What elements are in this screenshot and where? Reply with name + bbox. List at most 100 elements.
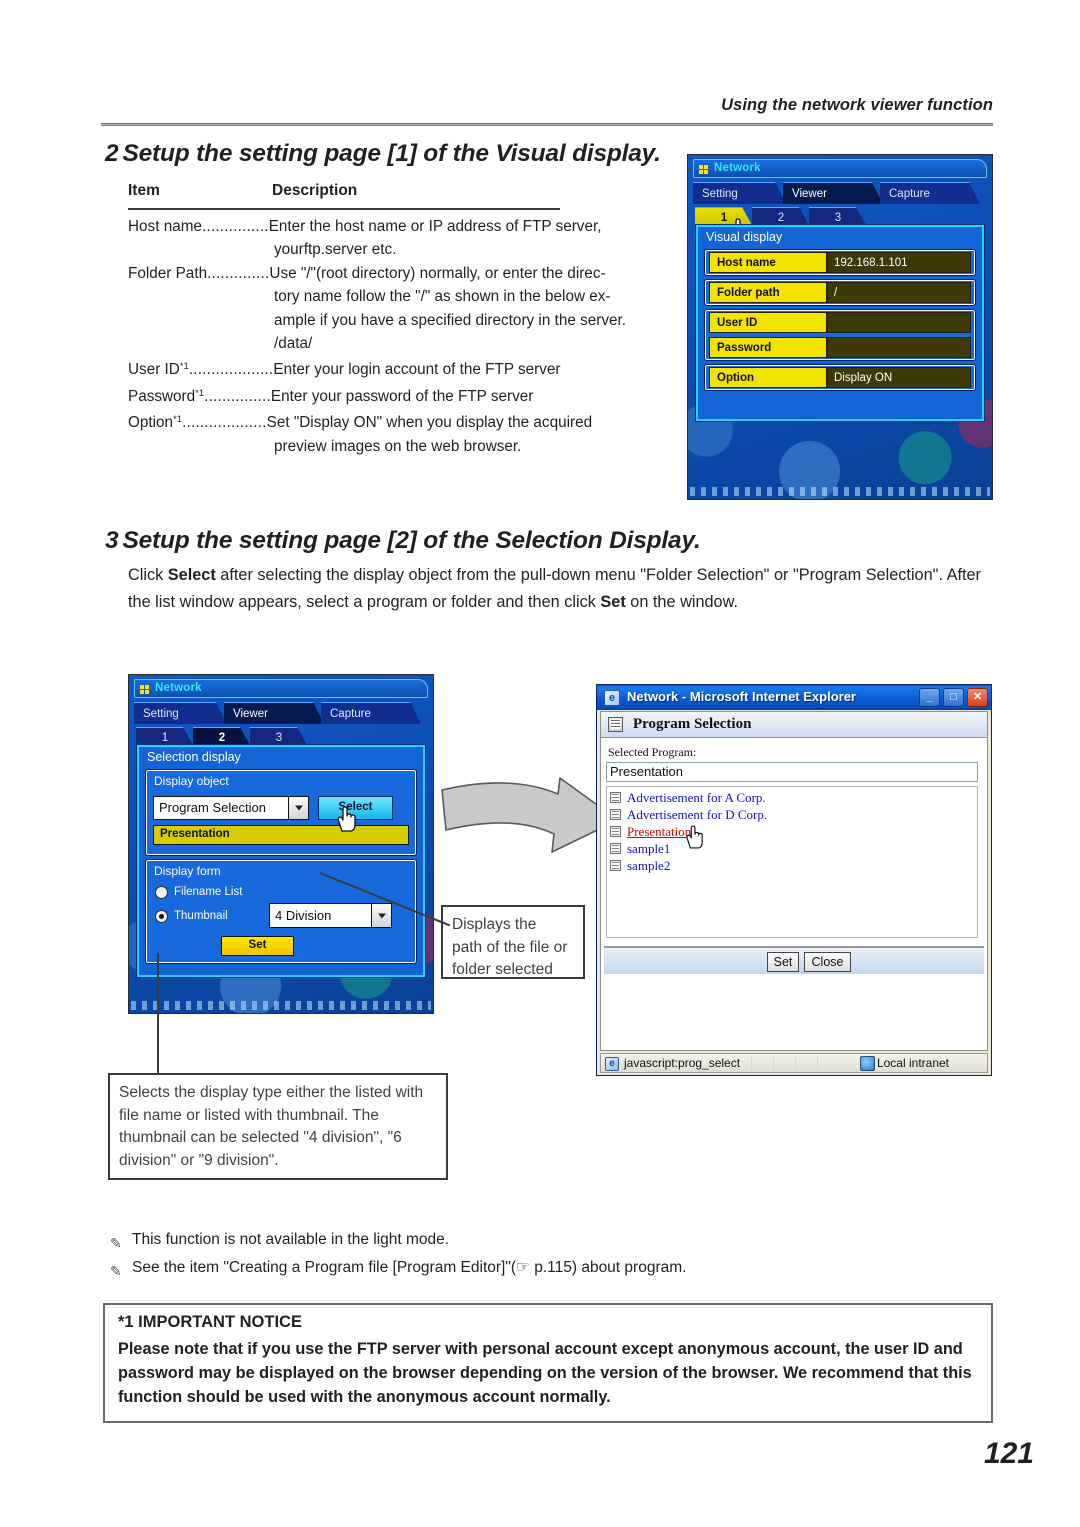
list-item[interactable]: Advertisement for D Corp.: [610, 807, 977, 824]
item-row: User ID*1...................Enter your l…: [128, 355, 668, 381]
field-label-folder-path: Folder path: [709, 282, 827, 303]
paragraph-text: on the window.: [625, 593, 738, 611]
network-dots-icon: [140, 685, 149, 694]
subtab-2[interactable]: 2: [752, 207, 810, 227]
selected-program-bar: Presentation: [153, 825, 409, 845]
osd-set-button[interactable]: Set: [221, 936, 294, 956]
subtab-3[interactable]: 3: [809, 207, 867, 227]
field-value-option[interactable]: Display ON: [827, 367, 971, 388]
status-separator: [773, 1056, 774, 1071]
list-item[interactable]: Presentation: [610, 824, 977, 841]
item-desc: Enter the host name or IP address of FTP…: [268, 218, 602, 235]
program-list[interactable]: Advertisement for A Corp. Advertisement f…: [606, 786, 978, 938]
item-row-continuation: tory name follow the "/" as shown in the…: [274, 288, 611, 306]
item-row-continuation: ample if you have a specified directory …: [274, 311, 627, 329]
section-2-title: Setup the setting page [1] of the Visual…: [122, 140, 661, 167]
subtab-3[interactable]: 3: [250, 727, 308, 747]
subtab-2[interactable]: 2: [193, 727, 251, 747]
note-text-2: See the item "Creating a Program file [P…: [132, 1259, 687, 1276]
item-dots: ...............: [204, 387, 271, 405]
table-col-description: Description: [272, 182, 358, 199]
item-dots: ...................: [188, 361, 274, 379]
item-desc: Use "/"(root directory) normally, or ent…: [269, 264, 606, 282]
field-password[interactable]: Password: [709, 337, 971, 358]
callout-path-display: Displays the path of the file or folder se…: [441, 905, 585, 979]
tab-viewer[interactable]: Viewer: [783, 182, 883, 204]
header-rule: [101, 123, 993, 126]
list-item[interactable]: Advertisement for A Corp.: [610, 790, 977, 807]
display-object-dropdown[interactable]: Program Selection: [153, 796, 309, 820]
section-2-heading: 2 Setup the setting page [1] of the Visua…: [105, 140, 661, 168]
chevron-down-icon[interactable]: [371, 904, 391, 927]
maximize-button[interactable]: □: [943, 688, 964, 707]
field-value-folder-path[interactable]: /: [827, 282, 971, 303]
division-dropdown[interactable]: 4 Division: [269, 903, 392, 928]
field-label-password: Password: [709, 337, 827, 358]
field-value-host-name[interactable]: 192.168.1.101: [827, 252, 971, 273]
list-item-link[interactable]: Advertisement for A Corp.: [627, 790, 766, 806]
hand-cursor-icon: [684, 825, 706, 851]
field-group-option: Option Display ON: [704, 364, 976, 391]
item-row: Option*1...................Set "Display …: [128, 408, 668, 434]
osd2-sub-tabs[interactable]: 1 2 3: [136, 727, 426, 747]
projector-osd-visual-display[interactable]: Network Setting Viewer Capture 1 2 3 Vis…: [687, 154, 993, 500]
subtab-1[interactable]: 1: [136, 727, 194, 747]
radio-thumbnail[interactable]: [155, 910, 168, 923]
section-3-number: 3: [105, 527, 119, 554]
list-item[interactable]: sample1: [610, 841, 977, 858]
selected-program-input[interactable]: Presentation: [606, 762, 978, 782]
notice-title: *1 IMPORTANT NOTICE: [118, 1313, 302, 1331]
note-text-1: This function is not available in the li…: [132, 1231, 450, 1248]
ie-status-bar: e javascript:prog_select Local intranet: [600, 1053, 988, 1073]
ie-set-button[interactable]: Set: [767, 952, 799, 972]
list-item-link[interactable]: Advertisement for D Corp.: [627, 807, 767, 823]
item-label: Host name: [128, 218, 202, 235]
tab-capture[interactable]: Capture: [880, 182, 980, 204]
paragraph-emphasis: Select: [167, 566, 216, 584]
field-label-option: Option: [709, 367, 827, 388]
field-group-credentials: User ID Password: [704, 309, 976, 361]
network-dots-icon: [699, 165, 708, 174]
ie-titlebar: e Network - Microsoft Internet Explorer …: [597, 685, 991, 710]
list-item[interactable]: sample2: [610, 858, 977, 875]
display-object-label: Display object: [154, 774, 229, 788]
ie-status-icon: e: [605, 1057, 619, 1071]
list-item-link[interactable]: Presentation: [627, 824, 691, 840]
radio-label-thumbnail: Thumbnail: [174, 910, 228, 922]
field-user-id[interactable]: User ID: [709, 312, 971, 333]
display-object-group: Display object Program Selection Select …: [145, 769, 417, 856]
field-value-password[interactable]: [827, 337, 971, 358]
field-value-user-id[interactable]: [827, 312, 971, 333]
callout-display-type: Selects the display type either the list…: [108, 1073, 448, 1180]
radio-filename-list[interactable]: [155, 886, 168, 899]
list-item-link[interactable]: sample2: [627, 858, 670, 874]
notice-body: Please note that if you use the FTP serv…: [118, 1340, 972, 1406]
item-label: Folder Path: [128, 264, 208, 282]
selected-program-label: Selected Program:: [608, 745, 697, 759]
program-selection-header: Program Selection: [601, 712, 987, 738]
tab-setting[interactable]: Setting: [134, 702, 227, 724]
field-option[interactable]: Option Display ON: [709, 367, 971, 388]
item-desc: Enter your login account of the FTP serv…: [273, 361, 561, 379]
projector-osd-selection-display[interactable]: Network Setting Viewer Capture 1 2 3 Sel…: [128, 674, 434, 1014]
osd-main-tabs[interactable]: Setting Viewer Capture: [693, 182, 987, 204]
list-item-link[interactable]: sample1: [627, 841, 670, 857]
minimize-button[interactable]: _: [919, 688, 940, 707]
osd-titlebar: Network: [693, 159, 987, 178]
tab-setting[interactable]: Setting: [693, 182, 786, 204]
field-host-name[interactable]: Host name 192.168.1.101: [709, 252, 971, 273]
program-icon: [610, 843, 621, 854]
program-selection-title: Program Selection: [633, 716, 752, 732]
item-desc: Enter your password of the FTP server: [270, 387, 534, 405]
close-button[interactable]: ✕: [967, 688, 988, 707]
ie-close-button[interactable]: Close: [804, 952, 851, 972]
field-folder-path[interactable]: Folder path /: [709, 282, 971, 303]
chevron-down-icon[interactable]: [288, 797, 308, 819]
item-row-continuation: yourftp.server etc.: [274, 241, 397, 259]
tab-viewer[interactable]: Viewer: [224, 702, 324, 724]
ie-app-icon: e: [604, 690, 620, 706]
radio-label-filename-list: Filename List: [174, 886, 243, 898]
osd2-main-tabs[interactable]: Setting Viewer Capture: [134, 702, 428, 724]
internet-explorer-window[interactable]: e Network - Microsoft Internet Explorer …: [596, 684, 992, 1076]
tab-capture[interactable]: Capture: [321, 702, 421, 724]
